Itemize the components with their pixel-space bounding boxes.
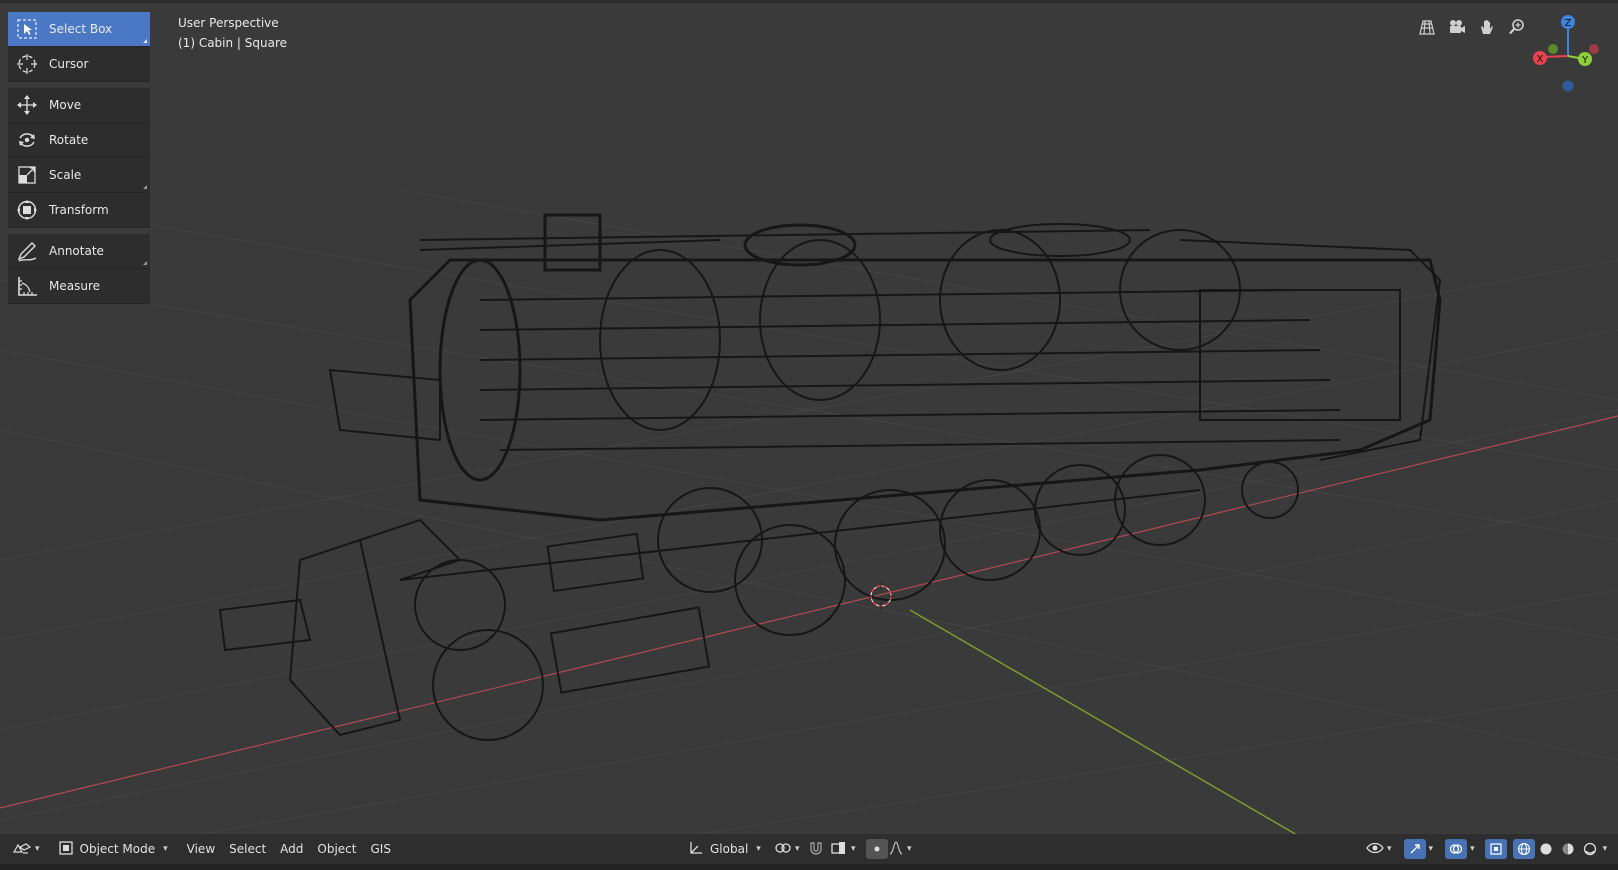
falloff-selector[interactable]: ▾ xyxy=(884,838,916,860)
tool-cursor[interactable]: Cursor xyxy=(8,47,150,82)
orientation-selector[interactable]: Global ▾ xyxy=(684,838,765,860)
move-icon xyxy=(15,93,39,117)
snap-toggle[interactable] xyxy=(804,838,828,860)
menu-object[interactable]: Object xyxy=(310,838,363,860)
viewport-header: ▾ Object Mode ▾ View Select Add Object G… xyxy=(0,834,1618,864)
material-preview-icon[interactable] xyxy=(1557,839,1579,859)
bottom-border xyxy=(0,864,1618,870)
chevron-down-icon: ▾ xyxy=(851,844,856,854)
falloff-curve-icon xyxy=(888,840,904,859)
tool-transform[interactable]: Transform xyxy=(8,193,150,228)
object-visibility-selector[interactable]: ▾ xyxy=(1362,838,1396,860)
menu-select[interactable]: Select xyxy=(222,838,273,860)
cursor-icon xyxy=(15,52,39,76)
scale-icon xyxy=(15,163,39,187)
mode-label: Object Mode xyxy=(79,842,156,856)
tool-rotate[interactable]: Rotate xyxy=(8,123,150,158)
tool-move[interactable]: Move xyxy=(8,88,150,123)
pan-hand-icon[interactable] xyxy=(1473,14,1501,40)
shading-modes: ▾ xyxy=(1512,839,1608,859)
select-box-icon xyxy=(15,17,39,41)
header-menus: View Select Add Object GIS xyxy=(180,838,398,860)
orientation-label: Global xyxy=(710,842,749,856)
corner-arrow-icon xyxy=(143,39,147,43)
active-object-label: (1) Cabin | Square xyxy=(178,36,288,50)
snap-target-selector[interactable]: ▾ xyxy=(826,838,860,860)
camera-icon[interactable] xyxy=(1443,14,1471,40)
chevron-down-icon: ▾ xyxy=(795,844,800,854)
tool-select-box[interactable]: Select Box xyxy=(8,12,150,47)
annotate-icon xyxy=(15,239,39,263)
chevron-down-icon: ▾ xyxy=(1470,844,1475,854)
y-axis-line xyxy=(909,609,1297,834)
tool-label: Rotate xyxy=(49,133,89,147)
3d-viewport-icon xyxy=(12,840,32,859)
chevron-down-icon: ▾ xyxy=(35,844,40,854)
tool-label: Select Box xyxy=(49,22,113,36)
tool-scale[interactable]: Scale xyxy=(8,158,150,193)
tool-label: Transform xyxy=(49,203,109,217)
editor-type-button[interactable]: ▾ xyxy=(8,838,44,860)
menu-gis[interactable]: GIS xyxy=(364,838,398,860)
chevron-down-icon: ▾ xyxy=(1387,844,1392,854)
chevron-down-icon: ▾ xyxy=(163,844,168,854)
menu-add[interactable]: Add xyxy=(273,838,310,860)
rendered-shading-icon[interactable] xyxy=(1579,839,1601,859)
3d-viewport[interactable]: User Perspective (1) Cabin | Square Sele… xyxy=(0,0,1618,870)
corner-arrow-icon xyxy=(143,185,147,189)
tool-shelf: Select Box Cursor Move Rotate Scale Tran… xyxy=(8,12,150,304)
overlays-icon xyxy=(1445,839,1468,859)
snap-target-icon xyxy=(830,840,848,859)
3d-cursor xyxy=(867,582,895,610)
gizmo-z-label: Z xyxy=(1565,18,1572,29)
view-name: User Perspective xyxy=(178,16,279,30)
overlays-toggle[interactable]: ▾ xyxy=(1441,838,1479,860)
object-mode-icon xyxy=(58,840,74,859)
gizmo-x-label: X xyxy=(1537,54,1544,65)
locomotive-wireframe xyxy=(218,213,1442,741)
tool-measure[interactable]: Measure xyxy=(8,269,150,304)
chevron-down-icon: ▾ xyxy=(756,844,761,854)
chevron-down-icon: ▾ xyxy=(1428,844,1434,854)
xray-toggle[interactable] xyxy=(1483,838,1509,860)
pivot-icon xyxy=(774,840,792,859)
tool-label: Scale xyxy=(49,168,82,182)
tool-label: Measure xyxy=(49,279,100,293)
chevron-down-icon[interactable]: ▾ xyxy=(1603,844,1608,854)
mode-selector[interactable]: Object Mode ▾ xyxy=(54,838,172,860)
eye-icon xyxy=(1366,841,1384,858)
pivot-point-selector[interactable]: ▾ xyxy=(770,838,804,860)
display-controls: ▾ ▾ ▾ ▾ xyxy=(1362,838,1607,860)
xray-icon xyxy=(1484,839,1507,859)
scene-canvas[interactable] xyxy=(0,0,1618,834)
tool-label: Cursor xyxy=(49,57,89,71)
gizmo-neg-z[interactable] xyxy=(1562,80,1574,92)
gizmo-neg-y[interactable] xyxy=(1548,44,1558,54)
gizmo-arrows-icon xyxy=(1403,839,1426,859)
transform-icon xyxy=(15,198,39,222)
corner-arrow-icon xyxy=(143,261,147,265)
floor-grid xyxy=(0,189,1618,834)
menu-view[interactable]: View xyxy=(180,838,222,860)
tool-label: Annotate xyxy=(49,244,104,258)
orientation-axes-icon xyxy=(688,840,704,859)
measure-icon xyxy=(15,274,39,298)
x-axis-line xyxy=(0,415,1618,809)
snap-magnet-icon xyxy=(808,840,824,859)
gizmo-toggle[interactable]: ▾ xyxy=(1400,838,1438,860)
gizmo-neg-x[interactable] xyxy=(1589,44,1599,54)
toggle-camera-view-icon[interactable] xyxy=(1413,14,1441,40)
wireframe-shading-icon[interactable] xyxy=(1512,839,1535,859)
tool-label: Move xyxy=(49,98,82,112)
tool-annotate[interactable]: Annotate xyxy=(8,234,150,269)
navigation-buttons xyxy=(1413,14,1531,40)
solid-shading-icon[interactable] xyxy=(1535,839,1557,859)
rotate-icon xyxy=(15,128,39,152)
viewport-info: User Perspective (1) Cabin | Square xyxy=(178,13,287,53)
chevron-down-icon: ▾ xyxy=(907,844,912,854)
gizmo-y-label: Y xyxy=(1581,55,1589,66)
navigation-gizmo[interactable]: Z X Y xyxy=(1526,12,1606,100)
